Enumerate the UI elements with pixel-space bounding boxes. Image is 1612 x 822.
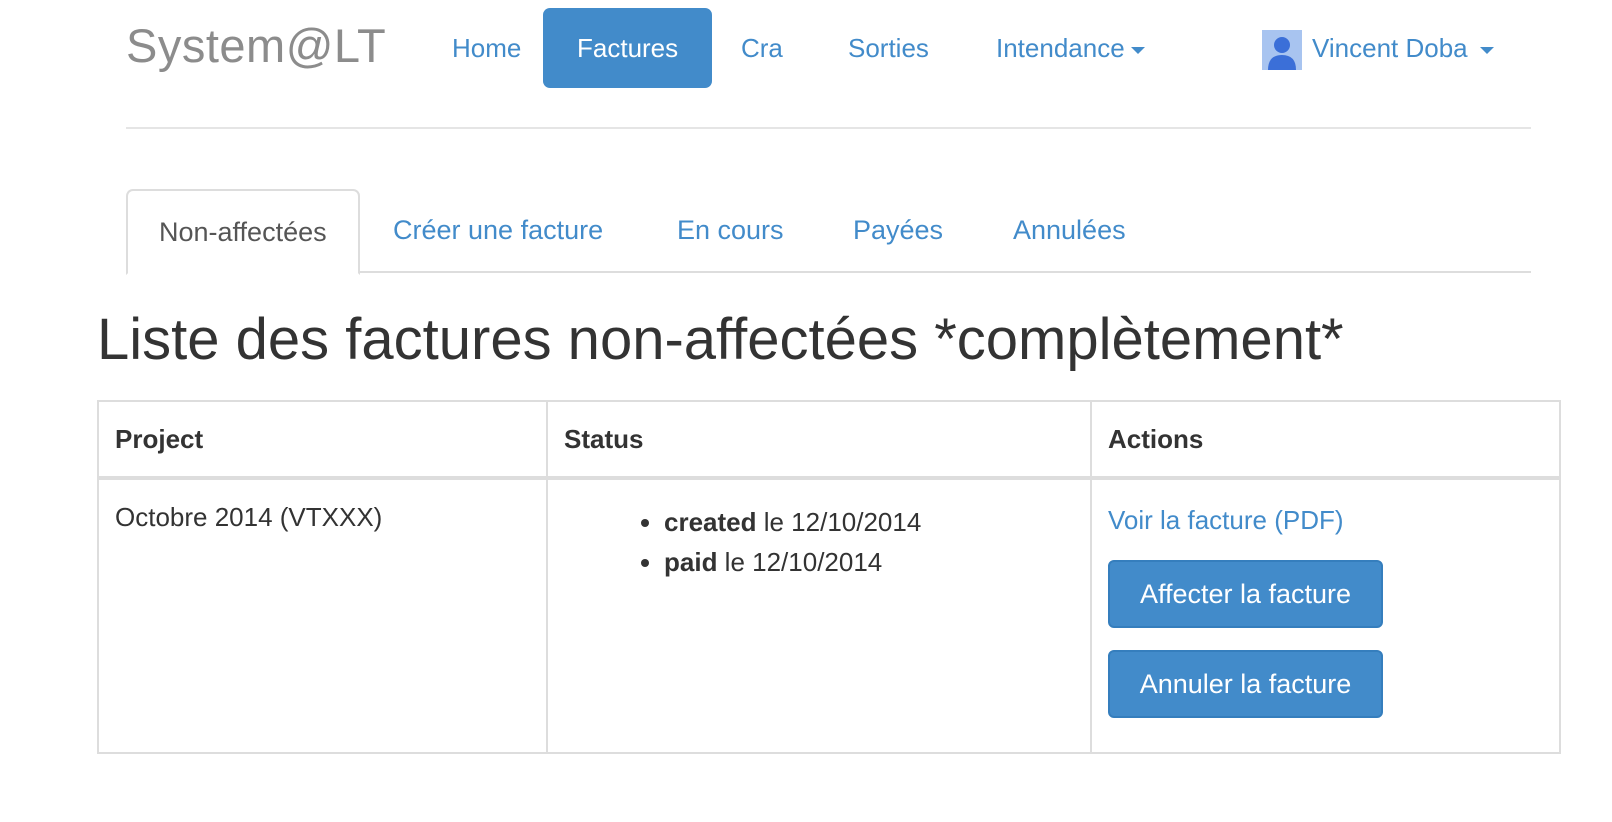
status-list: created le 12/10/2014 paid le 12/10/2014 (564, 502, 1074, 582)
nav-item-intendance-label: Intendance (996, 33, 1125, 63)
nav-item-cra[interactable]: Cra (707, 8, 817, 88)
table-header-row: Project Status Actions (97, 400, 1561, 480)
nav-item-intendance[interactable]: Intendance (962, 8, 1179, 88)
nav-item-home[interactable]: Home (418, 8, 555, 88)
user-avatar-icon (1262, 30, 1302, 71)
actions-cell: Voir la facture (PDF) Affecter la factur… (1090, 477, 1561, 754)
status-item: paid le 12/10/2014 (664, 542, 1074, 582)
nav-item-sorties[interactable]: Sorties (814, 8, 963, 88)
column-header-project: Project (97, 400, 548, 480)
chevron-down-icon (1130, 46, 1145, 54)
brand-logo[interactable]: System@LT (126, 18, 386, 73)
page-title: Liste des factures non-affectées *complè… (97, 307, 1344, 372)
status-cell: created le 12/10/2014 paid le 12/10/2014 (546, 477, 1092, 754)
table-row: Octobre 2014 (VTXXX) created le 12/10/20… (97, 477, 1561, 754)
top-navbar: System@LT Home Factures Cra Sorties Inte… (0, 0, 1612, 124)
status-date: le 12/10/2014 (756, 507, 922, 537)
status-date: le 12/10/2014 (717, 547, 883, 577)
column-header-status: Status (546, 400, 1092, 480)
status-state: paid (664, 547, 718, 577)
invoices-table: Project Status Actions Octobre 2014 (VTX… (97, 400, 1561, 754)
chevron-down-icon (1479, 46, 1494, 54)
invoice-tabs: Non-affectées Créer une facture En cours… (126, 189, 1531, 275)
tab-payees[interactable]: Payées (822, 189, 974, 271)
navbar-divider (126, 127, 1531, 129)
status-state: created (664, 507, 757, 537)
tab-creer-facture[interactable]: Créer une facture (362, 189, 634, 271)
column-header-actions: Actions (1090, 400, 1561, 480)
project-cell: Octobre 2014 (VTXXX) (97, 477, 548, 754)
user-name: Vincent Doba (1312, 33, 1468, 63)
view-pdf-link[interactable]: Voir la facture (PDF) (1108, 502, 1543, 538)
cancel-invoice-button[interactable]: Annuler la facture (1108, 650, 1383, 718)
nav-item-factures[interactable]: Factures (543, 8, 713, 88)
assign-invoice-button[interactable]: Affecter la facture (1108, 560, 1383, 628)
tab-non-affectees[interactable]: Non-affectées (126, 189, 360, 275)
user-menu[interactable]: Vincent Doba (1228, 8, 1494, 88)
tab-en-cours[interactable]: En cours (646, 189, 815, 271)
status-item: created le 12/10/2014 (664, 502, 1074, 542)
tab-annulees[interactable]: Annulées (982, 189, 1157, 271)
